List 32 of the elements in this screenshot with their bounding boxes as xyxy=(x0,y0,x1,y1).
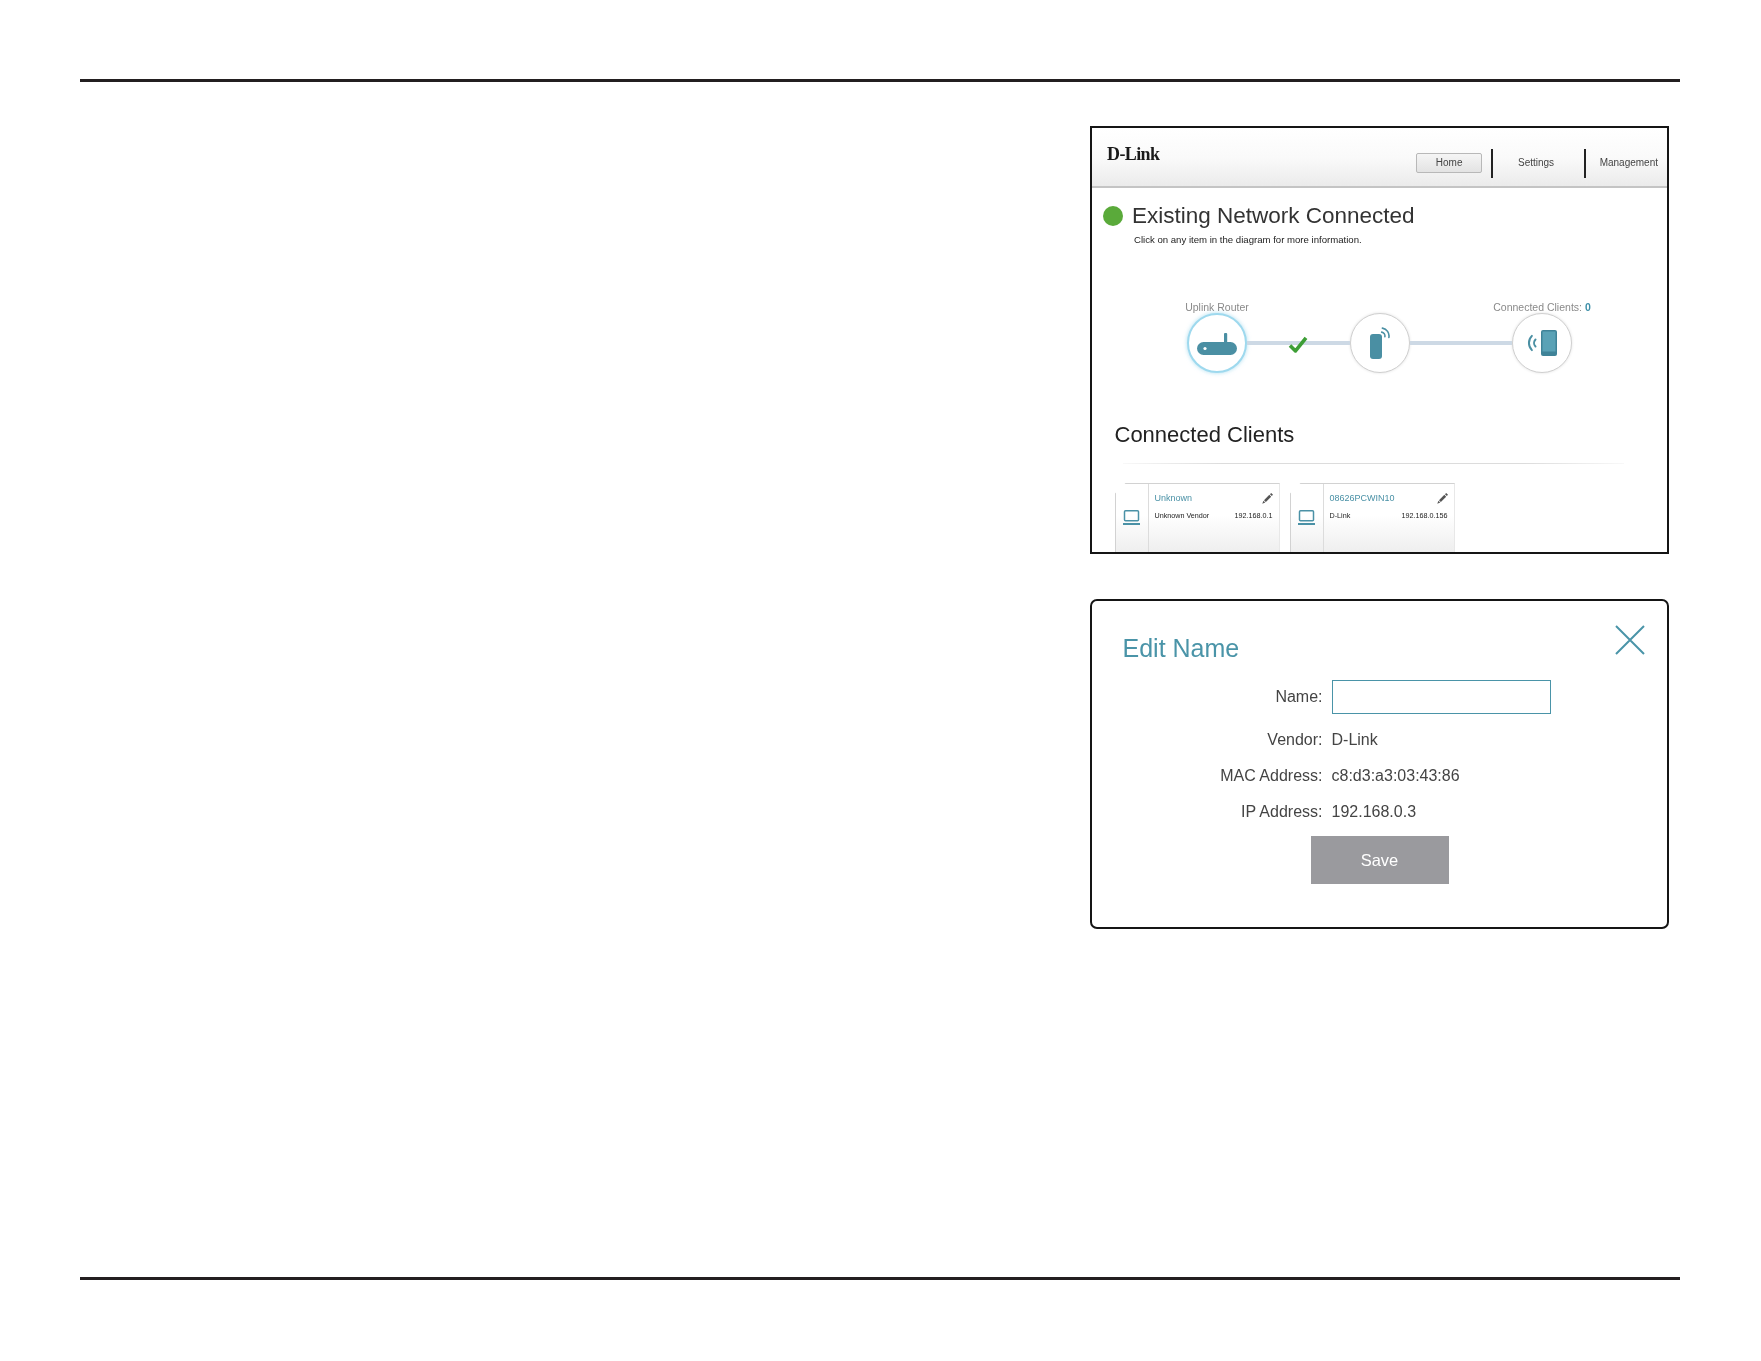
client-name: 08626PCWIN10 xyxy=(1329,493,1395,503)
section-heading: Connected Clients xyxy=(1114,422,1295,448)
laptop-icon xyxy=(1298,510,1315,525)
client-name: Unknown xyxy=(1154,493,1193,503)
field-value: D-Link xyxy=(1331,730,1378,750)
dialog-title: Edit Name xyxy=(1122,632,1240,663)
node-label: Uplink Router xyxy=(1185,301,1249,313)
clients-node[interactable] xyxy=(1512,313,1572,373)
check-icon xyxy=(1288,335,1309,354)
wireless-device-icon xyxy=(1369,327,1390,359)
field-label: Vendor: xyxy=(1267,730,1323,750)
router-node[interactable] xyxy=(1187,313,1247,373)
logo: D-Link xyxy=(1107,144,1160,165)
status-subtitle: Click on any item in the diagram for more information. xyxy=(1134,234,1362,246)
field-label: IP Address: xyxy=(1240,802,1323,822)
name-input[interactable] xyxy=(1331,680,1551,714)
field-label: MAC Address: xyxy=(1220,766,1323,786)
pencil-icon[interactable] xyxy=(1436,492,1448,504)
nav-tab[interactable]: Settings xyxy=(1497,153,1576,173)
tablet-wifi-icon xyxy=(1526,330,1558,356)
nav-tab[interactable]: Management xyxy=(1589,153,1667,173)
close-icon[interactable] xyxy=(1614,624,1645,655)
field-value: c8:d3:a3:03:43:86 xyxy=(1331,766,1460,786)
nav-tab[interactable]: Home xyxy=(1415,153,1483,173)
field-label: Name: xyxy=(1275,687,1323,707)
status-title: Existing Network Connected xyxy=(1132,202,1415,229)
laptop-icon xyxy=(1123,510,1140,525)
field-value: 192.168.0.3 xyxy=(1331,802,1417,822)
router-icon xyxy=(1197,333,1237,355)
node-label: Connected Clients: 0 xyxy=(1493,301,1591,313)
pencil-icon[interactable] xyxy=(1261,492,1273,504)
extender-node[interactable] xyxy=(1349,313,1410,373)
